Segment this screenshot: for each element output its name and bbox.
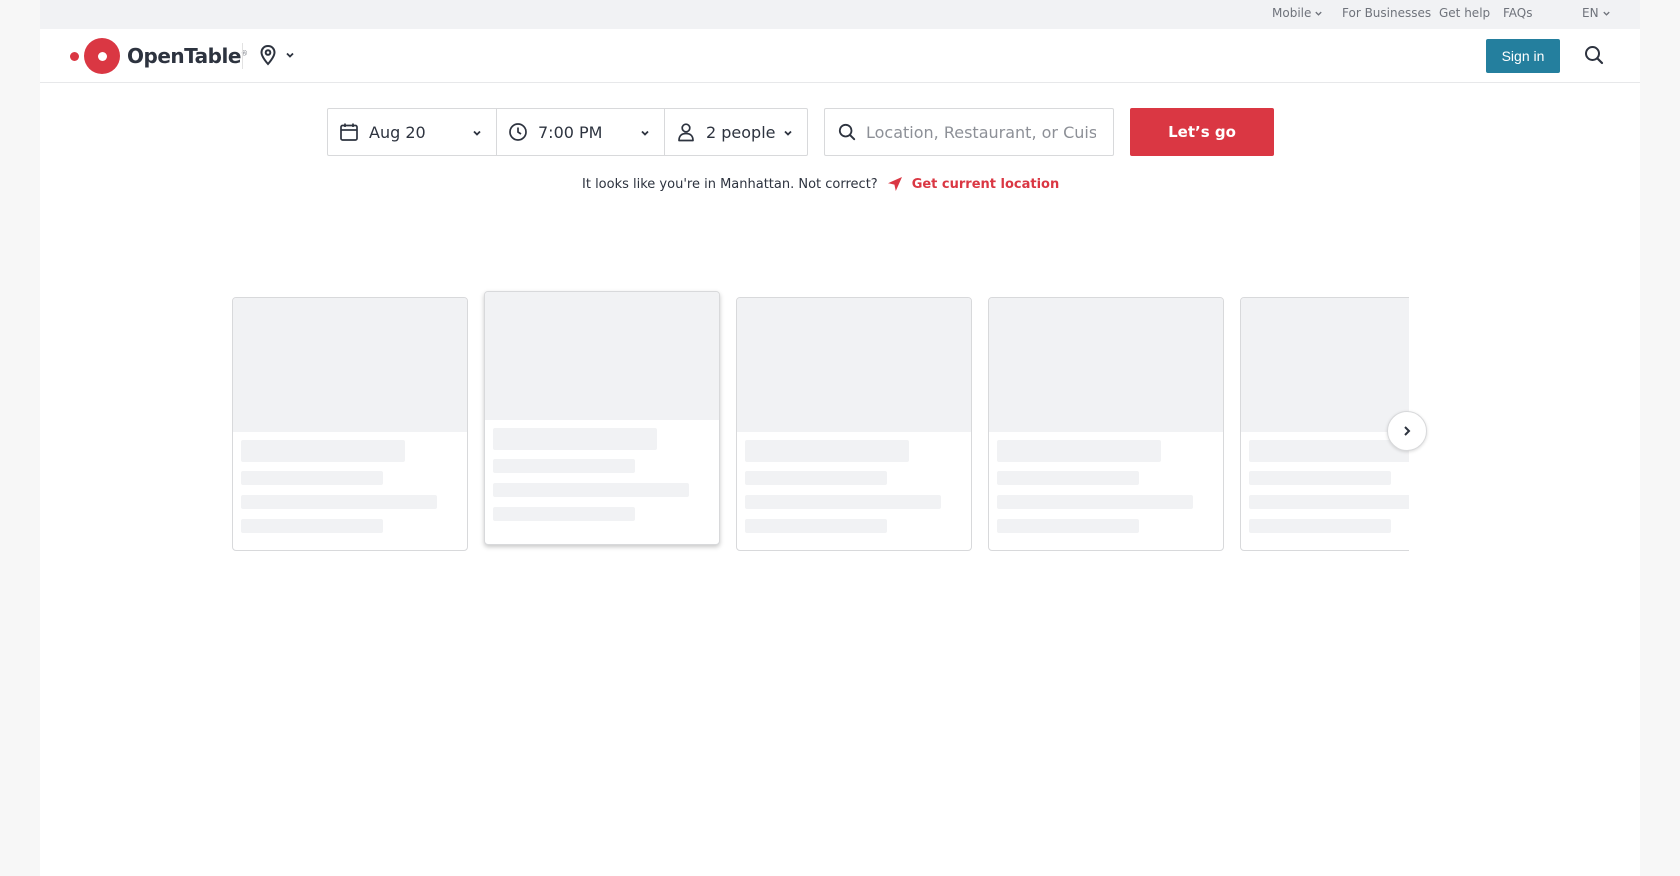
card-image-placeholder — [485, 292, 719, 420]
search-query-field — [824, 108, 1114, 156]
skeleton-line — [241, 471, 383, 485]
sign-in-button[interactable]: Sign in — [1486, 39, 1560, 73]
skeleton-line — [241, 495, 437, 509]
search-icon — [838, 123, 856, 141]
chevron-down-icon — [473, 130, 481, 136]
date-value: Aug 20 — [369, 122, 426, 142]
skeleton-line — [241, 519, 383, 533]
skeleton-line — [1249, 440, 1409, 462]
utility-bar: Mobile For Businesses Get help FAQs EN — [40, 0, 1640, 29]
party-size-picker[interactable]: 2 people — [664, 109, 807, 155]
get-current-location-link[interactable]: Get current location — [886, 175, 1060, 193]
date-picker[interactable]: Aug 20 — [328, 109, 496, 155]
card-image-placeholder — [737, 298, 971, 432]
header-divider — [242, 43, 243, 69]
chevron-right-icon — [1404, 426, 1411, 436]
language-selector[interactable]: EN — [1582, 6, 1611, 20]
skeleton-line — [997, 440, 1161, 462]
skeleton-line — [745, 495, 941, 509]
lets-go-button[interactable]: Let’s go — [1130, 108, 1274, 156]
search-icon — [1585, 46, 1604, 65]
person-icon — [678, 123, 694, 142]
get-current-location-label: Get current location — [911, 176, 1060, 192]
skeleton-line — [493, 507, 635, 521]
site-header: OpenTable® Sign in — [40, 29, 1640, 83]
calendar-icon — [340, 123, 358, 141]
clock-icon — [509, 123, 527, 141]
navigation-arrow-icon — [887, 177, 902, 191]
restaurant-carousel — [192, 286, 1409, 556]
chevron-down-icon — [641, 130, 649, 136]
location-notice: It looks like you're in Manhattan. Not c… — [582, 175, 1059, 193]
for-businesses-link[interactable]: For Businesses — [1342, 6, 1431, 20]
opentable-logo[interactable]: OpenTable® — [70, 38, 248, 74]
search-input[interactable] — [866, 122, 1096, 142]
card-image-placeholder — [989, 298, 1223, 432]
skeleton-line — [745, 471, 887, 485]
restaurant-card-placeholder — [1240, 297, 1409, 551]
skeleton-line — [997, 519, 1139, 533]
skeleton-line — [241, 440, 405, 462]
chevron-down-icon — [286, 52, 294, 58]
mobile-menu-label: Mobile — [1272, 6, 1312, 20]
skeleton-line — [1249, 495, 1409, 509]
language-label: EN — [1582, 6, 1599, 20]
header-search-button[interactable] — [1584, 45, 1604, 69]
skeleton-line — [997, 471, 1139, 485]
reservation-pickers: Aug 20 7:00 PM 2 people — [327, 108, 808, 156]
skeleton-line — [1249, 519, 1391, 533]
time-picker[interactable]: 7:00 PM — [496, 109, 664, 155]
skeleton-line — [745, 440, 909, 462]
restaurant-card-placeholder — [736, 297, 972, 551]
faqs-link[interactable]: FAQs — [1503, 6, 1533, 20]
chevron-down-icon — [784, 130, 792, 136]
carousel-next-button[interactable] — [1387, 411, 1427, 451]
party-size-value: 2 people — [706, 122, 776, 142]
skeleton-line — [493, 428, 657, 450]
skeleton-line — [493, 459, 635, 473]
mobile-menu[interactable]: Mobile — [1272, 6, 1323, 20]
map-pin-icon — [260, 44, 276, 66]
restaurant-card-placeholder — [232, 297, 468, 551]
skeleton-line — [493, 483, 689, 497]
location-picker-button[interactable] — [259, 44, 295, 66]
card-image-placeholder — [233, 298, 467, 432]
time-value: 7:00 PM — [538, 122, 603, 142]
card-image-placeholder — [1241, 298, 1409, 432]
location-notice-text: It looks like you're in Manhattan. Not c… — [582, 176, 878, 192]
skeleton-line — [745, 519, 887, 533]
logo-text: OpenTable® — [127, 44, 248, 68]
reservation-search-form: Aug 20 7:00 PM 2 people Let’s go — [327, 108, 1274, 156]
restaurant-card-placeholder — [988, 297, 1224, 551]
logo-dot-icon — [70, 51, 79, 61]
logo-circle-icon — [84, 38, 120, 74]
chevron-down-icon — [1602, 11, 1610, 16]
skeleton-line — [997, 495, 1193, 509]
chevron-down-icon — [1315, 11, 1323, 16]
skeleton-line — [1249, 471, 1391, 485]
restaurant-card-placeholder — [484, 291, 720, 545]
get-help-link[interactable]: Get help — [1439, 6, 1490, 20]
